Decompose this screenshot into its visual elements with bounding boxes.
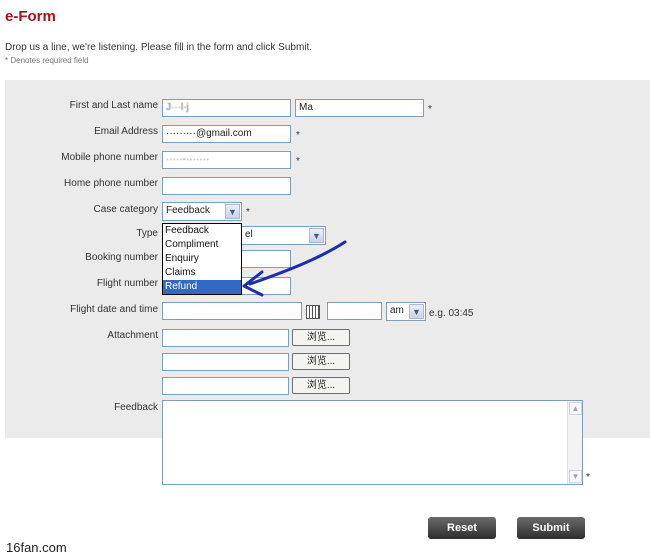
annotation-arrow-icon: [242, 240, 347, 297]
